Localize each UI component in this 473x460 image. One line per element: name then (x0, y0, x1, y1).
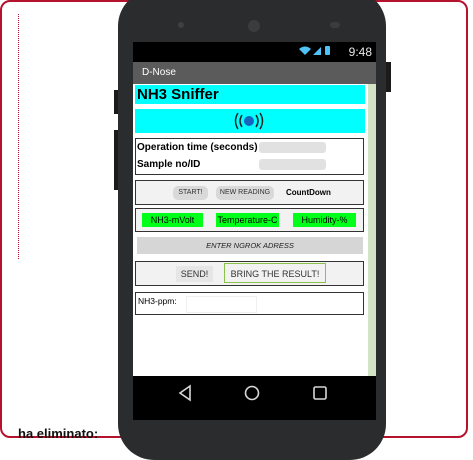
temperature-button[interactable]: Temperature-C (216, 213, 279, 227)
ngrok-address-input[interactable]: ENTER NGROK ADRESS (137, 237, 363, 254)
status-time: 9:48 (348, 45, 372, 59)
wifi-signal-battery-icon (298, 45, 334, 59)
send-button[interactable]: SEND! (176, 266, 213, 282)
dotted-connector (0, 14, 19, 259)
status-bar: 9:48 (133, 42, 376, 62)
page-title: NH3 Sniffer (135, 85, 365, 104)
countdown-label: CountDown (286, 188, 331, 197)
sample-id-input[interactable] (259, 159, 326, 170)
app-title: D-Nose (142, 67, 176, 78)
nh3-ppm-value (186, 296, 257, 313)
send-panel: SEND! BRING THE RESULT! (135, 261, 364, 286)
humidity-button[interactable]: Humidity-% (293, 213, 356, 227)
action-bar: D-Nose (133, 62, 376, 84)
settings-panel: Operation time (seconds) Sample no/ID (135, 138, 364, 175)
sample-id-label: Sample no/ID (137, 159, 201, 170)
nh3-mvolt-button[interactable]: NH3-mVolt (142, 213, 203, 227)
wireless-broadcast-icon (234, 112, 264, 130)
phone-screen: 9:48 D-Nose NH3 Sniffer Operation time (… (133, 42, 376, 420)
speaker (178, 22, 184, 28)
back-icon[interactable] (177, 384, 193, 407)
front-camera (248, 20, 260, 32)
operation-time-label: Operation time (seconds) (137, 142, 258, 153)
recent-apps-icon[interactable] (311, 384, 329, 407)
ppm-panel: NH3-ppm: (135, 292, 364, 315)
proximity-sensor (330, 22, 340, 28)
caption-text: ha eliminato: (18, 426, 99, 441)
new-reading-button[interactable]: NEW READING (216, 186, 274, 200)
logo-bar (135, 109, 365, 133)
home-icon[interactable] (243, 384, 261, 407)
readings-panel: NH3-mVolt Temperature-C Humidity-% (135, 208, 364, 232)
control-panel: START! NEW READING CountDown (135, 180, 364, 205)
navigation-bar (133, 376, 376, 420)
start-button[interactable]: START! (173, 186, 208, 200)
nh3-ppm-label: NH3-ppm: (138, 296, 177, 306)
page-title-text: NH3 Sniffer (137, 86, 219, 103)
operation-time-input[interactable] (259, 142, 326, 153)
bring-result-button[interactable]: BRING THE RESULT! (224, 263, 326, 283)
scroll-strip[interactable] (368, 84, 376, 376)
